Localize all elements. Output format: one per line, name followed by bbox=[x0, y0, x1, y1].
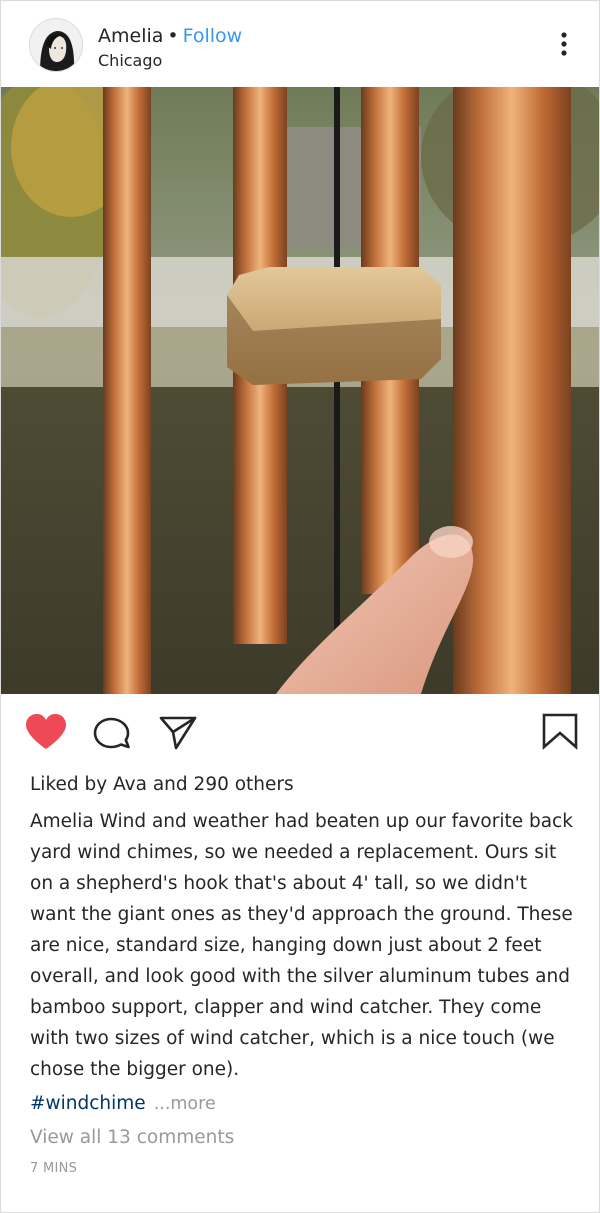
post-card: Amelia • Follow Chicago Liked by Ava and… bbox=[0, 0, 600, 1213]
likes-joiner: and bbox=[152, 774, 188, 795]
wind-chime-photo bbox=[1, 87, 599, 694]
username[interactable]: Amelia bbox=[98, 25, 163, 47]
follow-button[interactable]: Follow bbox=[183, 25, 243, 47]
heart-icon[interactable] bbox=[25, 714, 67, 754]
more-options-icon[interactable] bbox=[553, 31, 575, 57]
caption: Amelia Wind and weather had beaten up ou… bbox=[30, 806, 578, 1085]
username-line: Amelia • Follow bbox=[98, 23, 242, 49]
likes-prefix: Liked by bbox=[30, 774, 108, 795]
caption-username[interactable]: Amelia bbox=[30, 811, 94, 832]
timestamp: 7 MINS bbox=[30, 1161, 78, 1176]
avatar[interactable] bbox=[29, 18, 83, 72]
hashtag-link[interactable]: #windchime bbox=[30, 1093, 146, 1114]
action-bar bbox=[1, 694, 599, 764]
post-header: Amelia • Follow Chicago bbox=[1, 1, 599, 87]
view-comments-link[interactable]: View all 13 comments bbox=[30, 1124, 234, 1152]
bookmark-icon[interactable] bbox=[541, 712, 579, 754]
likes-others[interactable]: 290 others bbox=[194, 774, 294, 795]
caption-text: Wind and weather had beaten up our favor… bbox=[30, 811, 573, 1080]
likes-summary: Liked by Ava and 290 others bbox=[30, 772, 294, 798]
more-link[interactable]: ...more bbox=[154, 1094, 216, 1114]
post-photo[interactable] bbox=[1, 87, 599, 694]
share-icon[interactable] bbox=[158, 714, 198, 754]
first-liker[interactable]: Ava bbox=[113, 774, 147, 795]
avatar-image bbox=[30, 19, 82, 71]
comment-icon[interactable] bbox=[92, 716, 132, 754]
hashtag-line: #windchime ...more bbox=[30, 1090, 216, 1118]
location-link[interactable]: Chicago bbox=[98, 51, 162, 71]
separator-dot: • bbox=[167, 25, 179, 47]
